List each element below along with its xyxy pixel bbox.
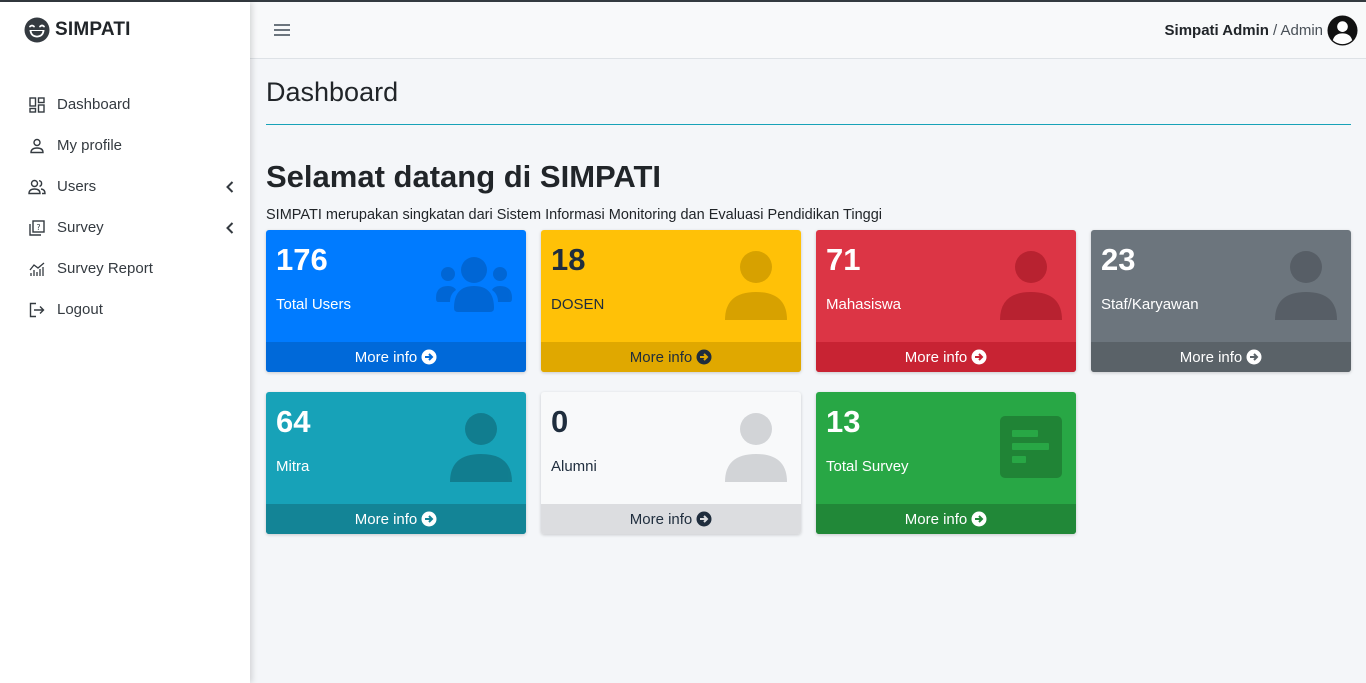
svg-text:?: ? <box>36 223 40 232</box>
more-info-label: More info <box>354 510 418 528</box>
more-info-link[interactable]: More info <box>266 342 526 372</box>
user-menu[interactable]: Simpati Admin / Admin <box>1165 2 1358 59</box>
stat-label: Total Users <box>276 296 352 313</box>
logout-icon <box>28 301 46 319</box>
top-navbar: Simpati Admin / Admin <box>250 2 1366 59</box>
stat-value: 64 <box>276 404 311 439</box>
user-icon <box>725 251 787 320</box>
sidebar-item-survey[interactable]: ? Survey <box>0 207 250 248</box>
welcome-heading: Selamat datang di SIMPATI <box>266 159 662 194</box>
chart-icon <box>28 260 46 278</box>
sidebar-item-survey-report[interactable]: Survey Report <box>0 248 250 289</box>
stat-card-dosen: 18 DOSEN More info <box>541 230 801 372</box>
arrow-circle-right-icon <box>1246 349 1262 365</box>
stat-value: 13 <box>826 404 861 439</box>
sidebar: SIMPATI Dashboard My profile Users ? Sur… <box>0 2 250 683</box>
more-info-link[interactable]: More info <box>541 504 801 534</box>
survey-icon: ? <box>28 219 46 237</box>
more-info-link[interactable]: More info <box>541 342 801 372</box>
chevron-left-icon <box>224 180 236 193</box>
stat-value: 0 <box>551 404 569 439</box>
sidebar-item-label: Survey <box>57 219 104 236</box>
chevron-left-icon <box>224 221 236 234</box>
more-info-link[interactable]: More info <box>816 342 1076 372</box>
stat-label: Alumni <box>551 458 597 475</box>
stat-card-total-survey: 13 Total Survey More info <box>816 392 1076 534</box>
stat-value: 176 <box>276 242 328 277</box>
laughing-face-icon <box>24 17 50 43</box>
user-icon <box>1000 251 1062 320</box>
stat-card-total-users: 176 Total Users More info <box>266 230 526 372</box>
user-icon <box>450 413 512 482</box>
stat-card-mahasiswa: 71 Mahasiswa More info <box>816 230 1076 372</box>
person-icon <box>28 137 46 155</box>
brand-link[interactable]: SIMPATI <box>0 2 250 58</box>
page-title: Dashboard <box>266 77 1351 125</box>
sidebar-nav: Dashboard My profile Users ? Survey Surv… <box>0 84 250 330</box>
arrow-circle-right-icon <box>696 349 712 365</box>
more-info-link[interactable]: More info <box>1091 342 1351 372</box>
arrow-circle-right-icon <box>421 511 437 527</box>
more-info-label: More info <box>904 510 968 528</box>
user-icon <box>1275 251 1337 320</box>
poll-icon <box>1000 416 1062 478</box>
stat-card-mitra: 64 Mitra More info <box>266 392 526 534</box>
welcome-subtitle: SIMPATI merupakan singkatan dari Sistem … <box>266 207 883 223</box>
arrow-circle-right-icon <box>971 349 987 365</box>
stat-value: 23 <box>1101 242 1136 277</box>
arrow-circle-right-icon <box>421 349 437 365</box>
more-info-link[interactable]: More info <box>816 504 1076 534</box>
sidebar-item-label: Logout <box>57 301 103 318</box>
more-info-label: More info <box>1179 348 1243 366</box>
stat-label: Staf/Karyawan <box>1101 296 1199 313</box>
more-info-label: More info <box>354 348 418 366</box>
sidebar-item-users[interactable]: Users <box>0 166 250 207</box>
arrow-circle-right-icon <box>971 511 987 527</box>
stat-value: 18 <box>551 242 586 277</box>
sidebar-item-label: Users <box>57 178 97 195</box>
more-info-label: More info <box>629 510 693 528</box>
stat-card-alumni: 0 Alumni More info <box>541 392 801 534</box>
sidebar-item-label: Dashboard <box>57 96 131 113</box>
users-icon <box>28 178 46 196</box>
user-name: Simpati Admin <box>1164 22 1269 39</box>
stat-label: Mahasiswa <box>826 296 902 313</box>
brand-name: SIMPATI <box>55 19 131 40</box>
more-info-link[interactable]: More info <box>266 504 526 534</box>
user-icon <box>725 413 787 482</box>
avatar[interactable] <box>1327 15 1358 46</box>
dashboard-icon <box>28 96 46 114</box>
stat-label: Total Survey <box>826 458 909 475</box>
sidebar-item-dashboard[interactable]: Dashboard <box>0 84 250 125</box>
users-icon <box>436 257 512 312</box>
stat-value: 71 <box>826 242 861 277</box>
arrow-circle-right-icon <box>696 511 712 527</box>
stat-card-staf-karyawan: 23 Staf/Karyawan More info <box>1091 230 1351 372</box>
sidebar-item-label: Survey Report <box>57 260 153 277</box>
more-info-label: More info <box>904 348 968 366</box>
stat-label: DOSEN <box>551 296 605 313</box>
stat-label: Mitra <box>276 458 310 475</box>
hamburger-menu-icon[interactable] <box>274 23 290 37</box>
sidebar-item-label: My profile <box>57 137 123 154</box>
main-content: Dashboard Selamat datang di SIMPATI SIMP… <box>266 59 1351 550</box>
stats-cards: 176 Total Users More info 18 DOSEN More … <box>266 230 1351 550</box>
more-info-label: More info <box>629 348 693 366</box>
sidebar-item-logout[interactable]: Logout <box>0 289 250 330</box>
user-role: / Admin <box>1272 22 1323 39</box>
sidebar-item-my-profile[interactable]: My profile <box>0 125 250 166</box>
